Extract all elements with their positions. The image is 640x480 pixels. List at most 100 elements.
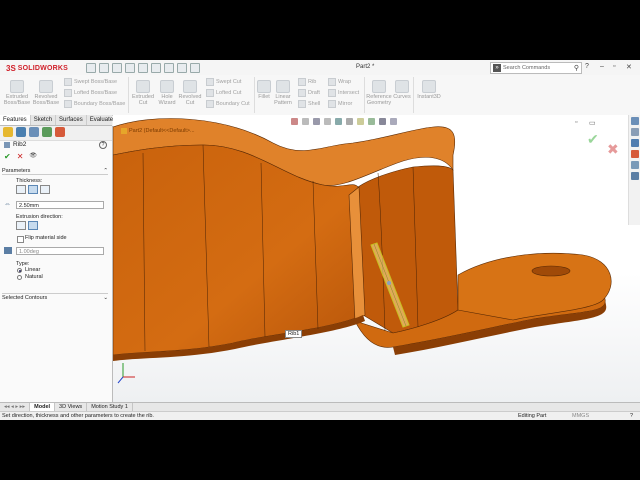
- dimxpert-icon[interactable]: [42, 127, 52, 137]
- rib-button[interactable]: Rib: [298, 78, 316, 86]
- second-side-thickness-button[interactable]: [40, 185, 50, 194]
- both-sides-thickness-button[interactable]: [28, 185, 38, 194]
- save-icon[interactable]: [112, 63, 122, 73]
- fillet-button[interactable]: Fillet: [256, 80, 272, 100]
- selected-contours-section[interactable]: Selected Contours ⌄: [2, 293, 108, 301]
- expand-icon[interactable]: ⌄: [103, 295, 108, 301]
- instant3d-icon: [422, 80, 436, 93]
- help-button[interactable]: ?: [99, 141, 107, 149]
- rib-direction-handle[interactable]: [387, 281, 391, 285]
- property-manager-title: Rib2: [4, 141, 26, 148]
- open-icon[interactable]: [99, 63, 109, 73]
- swept-boss-button[interactable]: Swept Boss/Base: [64, 78, 117, 86]
- options-icon[interactable]: [190, 63, 200, 73]
- parallel-to-sketch-button[interactable]: [16, 221, 26, 230]
- thickness-icon: ⇔: [4, 201, 11, 208]
- confirm-corner-ok-icon[interactable]: ✔: [587, 131, 599, 148]
- file-explorer-icon[interactable]: [630, 139, 639, 147]
- normal-to-sketch-button[interactable]: [28, 221, 38, 230]
- status-help-icon[interactable]: ?: [630, 412, 633, 420]
- type-linear-radio[interactable]: [17, 268, 22, 273]
- first-side-thickness-button[interactable]: [16, 185, 26, 194]
- draft-angle-icon[interactable]: [4, 247, 12, 254]
- detailed-preview-icon[interactable]: 👁: [29, 152, 37, 161]
- confirm-corner-cancel-icon[interactable]: ✖: [607, 141, 619, 158]
- draft-angle-input[interactable]: 1.00deg: [16, 247, 104, 255]
- solidworks-window: 3S SOLIDWORKS Part2 * » Search Commands …: [0, 60, 640, 420]
- lofted-cut-button[interactable]: Lofted Cut: [206, 89, 241, 97]
- print-icon[interactable]: [125, 63, 135, 73]
- title-bar: 3S SOLIDWORKS Part2 * » Search Commands …: [0, 60, 640, 76]
- mirror-button[interactable]: Mirror: [328, 100, 352, 108]
- curves-icon: [395, 80, 409, 93]
- boundary-boss-button[interactable]: Boundary Boss/Base: [64, 100, 125, 108]
- instant3d-button[interactable]: Instant3D: [416, 80, 442, 100]
- ok-button[interactable]: ✔: [4, 152, 11, 161]
- collapse-icon[interactable]: ⌃: [103, 168, 108, 174]
- edit-appearance-icon[interactable]: [368, 118, 375, 125]
- section-view-icon[interactable]: [324, 118, 331, 125]
- shell-button[interactable]: Shell: [298, 100, 320, 108]
- intersect-button[interactable]: Intersect: [328, 89, 359, 97]
- apply-scene-icon[interactable]: [379, 118, 386, 125]
- tab-surfaces[interactable]: Surfaces: [56, 115, 87, 125]
- configuration-manager-icon[interactable]: [29, 127, 39, 137]
- search-icon[interactable]: ⚲: [574, 64, 579, 72]
- swept-cut-button[interactable]: Swept Cut: [206, 78, 241, 86]
- parameters-section[interactable]: Parameters ⌃: [2, 168, 108, 175]
- display-style-icon[interactable]: [346, 118, 353, 125]
- rebuild-icon[interactable]: [177, 63, 187, 73]
- display-manager-icon[interactable]: [55, 127, 65, 137]
- cancel-button[interactable]: ✕: [17, 152, 24, 161]
- revolved-cut-button[interactable]: Revolved Cut: [178, 80, 202, 106]
- search-input[interactable]: Search Commands: [503, 65, 550, 71]
- graphics-area[interactable]: Part2 (Default<<Default>... ▫ ▭ ✔ ✖ Rib1: [113, 115, 640, 402]
- restore-icon[interactable]: ▫: [613, 63, 615, 70]
- undo-icon[interactable]: [138, 63, 148, 73]
- thickness-input[interactable]: 2.50mm: [16, 201, 104, 209]
- linear-pattern-button[interactable]: Linear Pattern: [272, 80, 294, 106]
- minimize-icon[interactable]: –: [600, 63, 604, 70]
- hide-show-icon[interactable]: [357, 118, 364, 125]
- status-mode: Editing Part: [518, 413, 547, 419]
- solidworks-resources-icon[interactable]: [630, 117, 639, 125]
- type-natural-radio[interactable]: [17, 275, 22, 280]
- viewport-maximize-icon[interactable]: ▭: [589, 119, 596, 127]
- revolved-boss-button[interactable]: Revolved Boss/Base: [32, 80, 60, 106]
- search-commands[interactable]: » Search Commands ⚲: [490, 62, 582, 74]
- extruded-boss-button[interactable]: Extruded Boss/Base: [3, 80, 31, 106]
- previous-view-icon[interactable]: [313, 118, 320, 125]
- reference-geometry-button[interactable]: Reference Geometry: [366, 80, 392, 106]
- lofted-boss-button[interactable]: Lofted Boss/Base: [64, 89, 117, 97]
- redo-icon[interactable]: [151, 63, 161, 73]
- feature-tree-flyout[interactable]: Part2 (Default<<Default>...: [121, 128, 195, 134]
- draft-button[interactable]: Draft: [298, 89, 320, 97]
- appearances-icon[interactable]: [630, 161, 639, 169]
- extruded-cut-button[interactable]: Extruded Cut: [130, 80, 156, 106]
- command-manager-ribbon: Extruded Boss/Base Revolved Boss/Base Sw…: [0, 75, 640, 116]
- curves-button[interactable]: Curves: [393, 80, 411, 100]
- flip-material-side-checkbox[interactable]: [17, 236, 24, 243]
- tab-features[interactable]: Features: [0, 115, 31, 125]
- view-palette-icon[interactable]: [630, 150, 639, 158]
- design-library-icon[interactable]: [630, 128, 639, 136]
- solidworks-logo[interactable]: 3S SOLIDWORKS: [6, 63, 68, 73]
- tab-sketch[interactable]: Sketch: [31, 115, 57, 125]
- feature-tree-icon[interactable]: [3, 127, 13, 137]
- zoom-to-fit-icon[interactable]: [291, 118, 298, 125]
- close-icon[interactable]: ✕: [626, 63, 632, 71]
- viewport-restore-icon[interactable]: ▫: [575, 119, 577, 126]
- custom-properties-icon[interactable]: [630, 172, 639, 180]
- property-manager-icon[interactable]: [16, 127, 26, 137]
- select-icon[interactable]: [164, 63, 174, 73]
- wrap-button[interactable]: Wrap: [328, 78, 351, 86]
- view-orientation-icon[interactable]: [335, 118, 342, 125]
- new-icon[interactable]: [86, 63, 96, 73]
- help-icon[interactable]: ?: [585, 63, 589, 70]
- units-selector[interactable]: MMGS: [572, 412, 589, 420]
- zoom-area-icon[interactable]: [302, 118, 309, 125]
- boundary-cut-button[interactable]: Boundary Cut: [206, 100, 250, 108]
- view-settings-icon[interactable]: [390, 118, 397, 125]
- hole-wizard-button[interactable]: Hole Wizard: [156, 80, 178, 106]
- part-model[interactable]: [113, 115, 640, 402]
